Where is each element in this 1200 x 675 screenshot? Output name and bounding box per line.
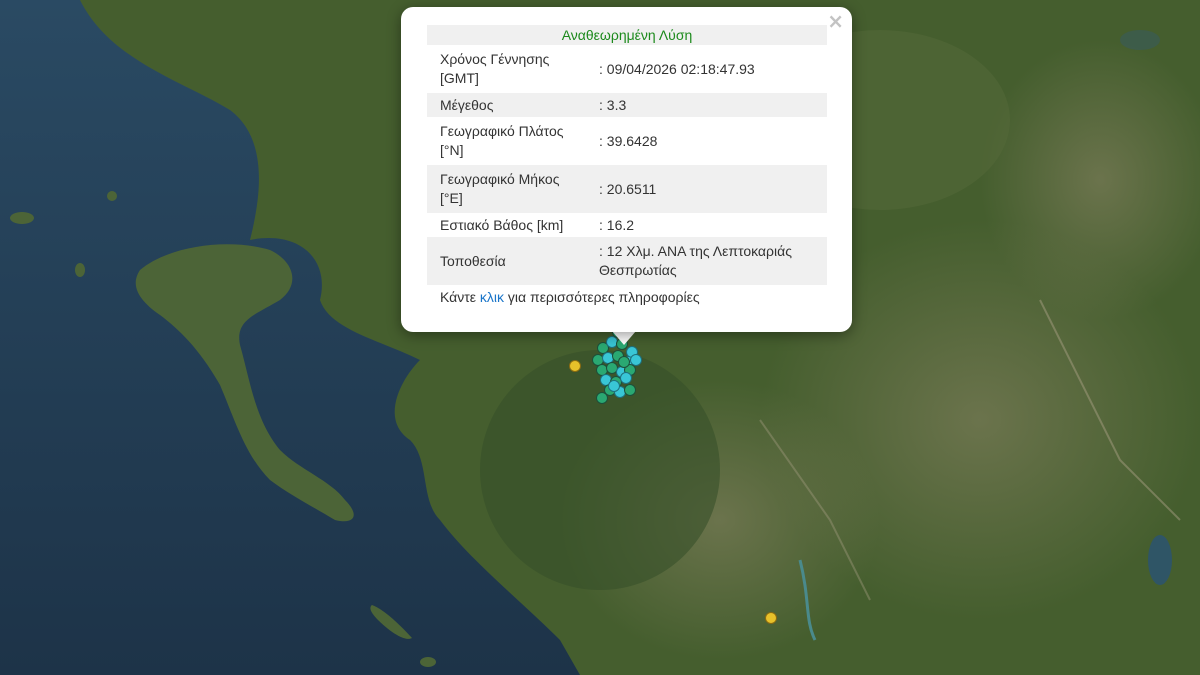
origin-time-label: Χρόνος Γέννησης [GMT]	[440, 51, 550, 86]
origin-time-value: : 09/04/2026 02:18:47.93	[599, 60, 755, 77]
location-value: : 12 Χλμ. ΑΝΑ της Λεπτοκαριάς Θεσπρωτίας	[586, 237, 827, 285]
depth-value: : 16.2	[599, 216, 635, 233]
more-info-link[interactable]: κλικ	[480, 289, 504, 305]
close-icon[interactable]: ×	[827, 11, 844, 31]
lake	[1120, 30, 1160, 50]
islet	[107, 191, 117, 201]
earthquake-marker-yellow[interactable]	[569, 360, 581, 372]
earthquake-marker-yellow[interactable]	[765, 612, 777, 624]
earthquake-marker-green[interactable]	[618, 356, 630, 368]
more-info-text: Κάντε κλικ για περισσότερες πληροφορίες	[427, 285, 826, 305]
info-row: Γεωγραφικό Πλάτος [°N] : 39.6428	[427, 117, 827, 165]
magnitude-value: : 3.3	[586, 93, 827, 117]
info-table: Αναθεωρημένη Λύση Χρόνος Γέννησης [GMT] …	[427, 25, 827, 285]
location-label: Τοποθεσία	[427, 237, 586, 285]
info-row: Χρόνος Γέννησης [GMT] : 09/04/2026 02:18…	[427, 45, 827, 93]
longitude-value: : 20.6511	[586, 165, 827, 213]
islet	[420, 657, 436, 667]
info-row: Τοποθεσία : 12 Χλμ. ΑΝΑ της Λεπτοκαριάς …	[427, 237, 827, 285]
popup-title-row: Αναθεωρημένη Λύση	[427, 25, 827, 45]
info-row: Γεωγραφικό Μήκος [°E] : 20.6511	[427, 165, 827, 213]
info-row: Μέγεθος : 3.3	[427, 93, 827, 117]
longitude-label: Γεωγραφικό Μήκος [°E]	[427, 165, 586, 213]
more-prefix: Κάντε	[440, 289, 480, 305]
islet	[10, 212, 34, 224]
lake	[1148, 535, 1172, 585]
latitude-value: : 39.6428	[599, 132, 658, 149]
earthquake-marker-cyan[interactable]	[608, 380, 620, 392]
islet	[75, 263, 85, 277]
info-row: Εστιακό Βάθος [km] : 16.2	[427, 213, 827, 237]
earthquake-marker-green[interactable]	[624, 384, 636, 396]
popup-title: Αναθεωρημένη Λύση	[427, 25, 827, 45]
earthquake-marker-cyan[interactable]	[620, 372, 632, 384]
magnitude-label: Μέγεθος	[427, 93, 586, 117]
depth-label: Εστιακό Βάθος [km]	[440, 216, 564, 233]
earthquake-info-popup: × Αναθεωρημένη Λύση Χρόνος Γέννησης [GMT…	[401, 7, 852, 332]
earthquake-marker-green[interactable]	[596, 392, 608, 404]
more-suffix: για περισσότερες πληροφορίες	[504, 289, 700, 305]
latitude-label: Γεωγραφικό Πλάτος [°N]	[440, 123, 564, 158]
popup-tip	[612, 331, 636, 345]
